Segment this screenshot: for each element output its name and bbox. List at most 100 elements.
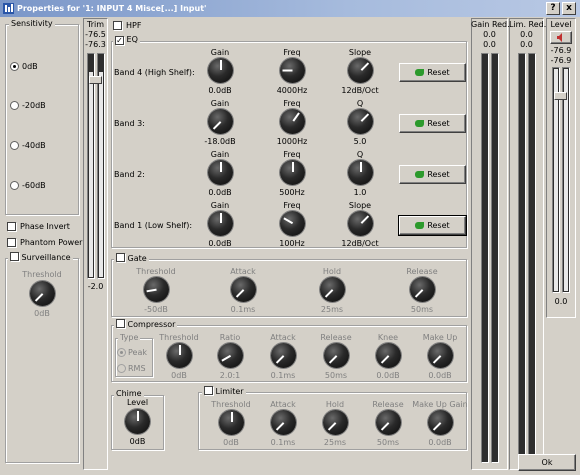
- reset-icon: [415, 222, 425, 229]
- gate-knob[interactable]: [320, 277, 345, 302]
- phase-invert-label: Phase Invert: [20, 222, 70, 231]
- gate-label: Gate: [127, 254, 147, 263]
- eq-band-knob[interactable]: [348, 160, 373, 185]
- level-slider-thumb[interactable]: [554, 92, 567, 100]
- reset-icon: [415, 171, 425, 178]
- compressor-knob[interactable]: [167, 343, 192, 368]
- limiter-knob[interactable]: [219, 410, 244, 435]
- close-button[interactable]: x: [562, 2, 576, 15]
- eq-band-knob[interactable]: [348, 58, 373, 83]
- eq-band-knob[interactable]: [280, 160, 305, 185]
- eq-band-reset-button[interactable]: Reset: [399, 63, 466, 82]
- eq-band-knob[interactable]: [348, 211, 373, 236]
- eq-band-reset-button[interactable]: Reset: [398, 215, 467, 236]
- gate-knob[interactable]: [231, 277, 256, 302]
- chime-level-knob[interactable]: [125, 409, 150, 434]
- limiter-control-label: Release: [372, 400, 404, 409]
- limiter-reduction-right-value: 0.0: [520, 40, 533, 49]
- eq-control-value: 4000Hz: [276, 86, 308, 95]
- compressor-control-label: Knee: [377, 333, 399, 342]
- level-reading-bottom: -76.9: [550, 56, 572, 65]
- compressor-type-peak-radio[interactable]: [117, 348, 126, 357]
- eq-control-value: -18.0dB: [204, 137, 236, 146]
- eq-checkbox[interactable]: ✓: [115, 36, 124, 45]
- gate-knob[interactable]: [410, 277, 435, 302]
- gate-control-label: Threshold: [136, 267, 176, 276]
- limiter-knob[interactable]: [428, 410, 453, 435]
- compressor-knob[interactable]: [324, 343, 349, 368]
- eq-band-reset-button[interactable]: Reset: [399, 165, 466, 184]
- surveillance-checkbox[interactable]: [10, 252, 19, 261]
- sensitivity-option-label: -60dB: [22, 181, 46, 190]
- gate-checkbox[interactable]: [116, 253, 125, 262]
- help-button[interactable]: ?: [546, 2, 560, 15]
- level-value: 0.0: [554, 297, 568, 306]
- eq-band-knob[interactable]: [208, 160, 233, 185]
- compressor-knob[interactable]: [271, 343, 296, 368]
- sensitivity-radio-2[interactable]: [10, 141, 19, 150]
- gain-reduction-title: Gain Red.: [471, 20, 510, 29]
- compressor-type-label: Type: [118, 333, 141, 342]
- surveillance-threshold-label: Threshold: [22, 270, 62, 279]
- compressor-type-rms-radio[interactable]: [117, 364, 126, 373]
- compressor-label: Compressor: [127, 320, 176, 329]
- phase-invert-checkbox[interactable]: [7, 222, 16, 231]
- eq-control-value: 1000Hz: [276, 137, 308, 146]
- trim-slider-thumb[interactable]: [89, 76, 102, 84]
- surveillance-threshold-knob[interactable]: [30, 281, 55, 306]
- eq-band-knob[interactable]: [280, 58, 305, 83]
- limiter-reduction-left-value: 0.0: [520, 30, 533, 39]
- compressor-header: Compressor: [114, 319, 178, 329]
- trim-value: -2.0: [87, 282, 104, 291]
- limiter-knob[interactable]: [271, 410, 296, 435]
- compressor-control-value: 0.0dB: [376, 371, 400, 380]
- compressor-knob[interactable]: [376, 343, 401, 368]
- sensitivity-radio-3[interactable]: [10, 181, 19, 190]
- phantom-power-checkbox[interactable]: [7, 238, 16, 247]
- sensitivity-option-label: -20dB: [22, 101, 46, 110]
- limiter-checkbox[interactable]: [204, 386, 213, 395]
- trim-reading-bottom: -76.3: [85, 40, 106, 49]
- reset-label: Reset: [427, 221, 450, 230]
- limiter-reduction-meter-left: [518, 53, 526, 463]
- trim-title: Trim: [86, 20, 104, 29]
- gate-control-value: 25ms: [320, 305, 344, 314]
- sensitivity-option-label: -40dB: [22, 141, 46, 150]
- eq-band-knob[interactable]: [280, 109, 305, 134]
- eq-control-label: Gain: [210, 99, 230, 108]
- title-bar[interactable]: Properties for '1: INPUT 4 Misce[...] In…: [0, 0, 580, 17]
- limiter-knob[interactable]: [323, 410, 348, 435]
- limiter-knob[interactable]: [376, 410, 401, 435]
- eq-band-name: Band 4 (High Shelf):: [114, 68, 195, 77]
- eq-band-knob[interactable]: [348, 109, 373, 134]
- sensitivity-radio-1[interactable]: [10, 101, 19, 110]
- compressor-control-label: Make Up: [422, 333, 458, 342]
- trim-meter-right: [97, 53, 105, 279]
- chime-title: Chime: [114, 389, 144, 398]
- eq-band-name: Band 3:: [114, 119, 145, 128]
- limiter-control-label: Threshold: [211, 400, 251, 409]
- limiter-reduction-meter-right: [528, 53, 536, 463]
- eq-band-knob[interactable]: [208, 58, 233, 83]
- ok-button[interactable]: Ok: [518, 454, 576, 471]
- sensitivity-radio-0[interactable]: [10, 62, 19, 71]
- sensitivity-title: Sensitivity: [9, 19, 55, 28]
- compressor-knob[interactable]: [428, 343, 453, 368]
- eq-band-name: Band 1 (Low Shelf):: [114, 221, 193, 230]
- reset-label: Reset: [427, 119, 450, 128]
- eq-band-knob[interactable]: [280, 211, 305, 236]
- app-icon: [3, 3, 14, 14]
- compressor-checkbox[interactable]: [116, 319, 125, 328]
- eq-band-knob[interactable]: [208, 211, 233, 236]
- phantom-power-label: Phantom Power: [20, 238, 83, 247]
- eq-control-label: Freq: [283, 99, 301, 108]
- gate-control-label: Hold: [322, 267, 342, 276]
- eq-band-reset-button[interactable]: Reset: [399, 114, 466, 133]
- level-mute-button[interactable]: [550, 31, 572, 44]
- gate-knob[interactable]: [144, 277, 169, 302]
- compressor-knob[interactable]: [218, 343, 243, 368]
- limiter-label: Limiter: [215, 387, 244, 396]
- eq-band-knob[interactable]: [208, 109, 233, 134]
- eq-control-label: Q: [356, 99, 364, 108]
- hpf-checkbox[interactable]: [113, 21, 122, 30]
